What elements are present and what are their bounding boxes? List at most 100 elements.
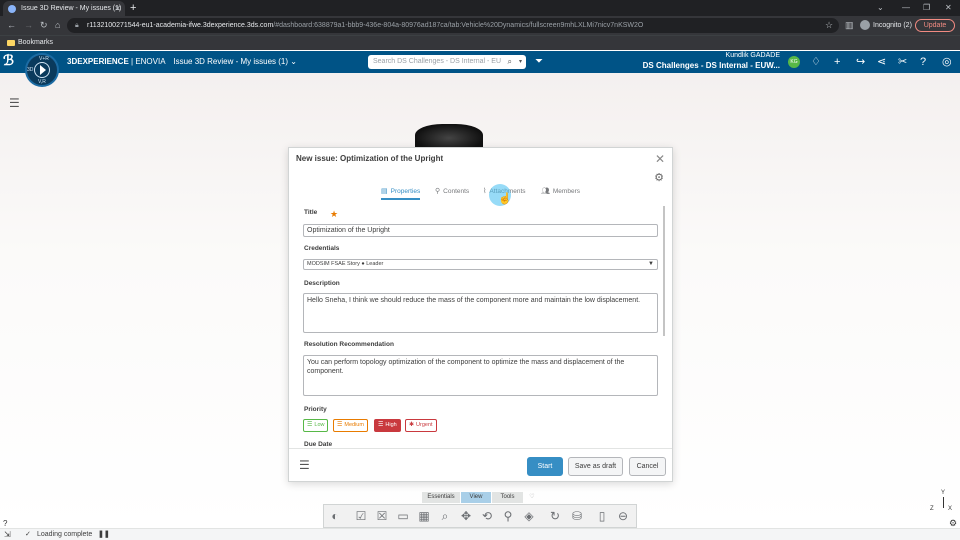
pan-icon[interactable]: ✥: [459, 509, 473, 523]
community-icon[interactable]: ⋖: [877, 51, 886, 73]
help-icon[interactable]: ?: [920, 51, 926, 73]
panel-icon[interactable]: ▯: [595, 509, 609, 523]
priority-low-button[interactable]: ☰ Low: [303, 419, 329, 432]
priority-high-label: High: [385, 422, 397, 428]
save-as-draft-button[interactable]: Save as draft: [568, 457, 623, 476]
compass-left-label: 3D: [27, 67, 34, 73]
browser-tab[interactable]: Issue 3D Review - My issues (1) ✕: [3, 1, 125, 16]
add-icon[interactable]: +: [834, 51, 840, 73]
check-icon[interactable]: ☑: [354, 509, 368, 523]
action-bar: ◐ ☑ ☒ ▭ ▦ ⌕ ✥ ⟲ ⚲ ◈ ↻ ⛁ ▯ ⊖: [323, 504, 637, 528]
priority-urgent-label: Urgent: [416, 422, 433, 428]
sectioning-icon[interactable]: ◐: [328, 509, 342, 523]
forward-icon[interactable]: →: [24, 16, 33, 35]
user-info[interactable]: Kundlik GADADE DS Challenges - DS Intern…: [640, 52, 780, 72]
status-text: Loading complete: [37, 531, 93, 538]
brand-name: 3DEXPERIENCE: [67, 57, 129, 66]
close-window-button[interactable]: ✕: [945, 0, 952, 16]
description-textarea[interactable]: Hello Sneha, I think we should reduce th…: [303, 293, 658, 333]
browser-tabstrip: Issue 3D Review - My issues (1) ✕ + ⌄ — …: [0, 0, 960, 16]
new-tab-button[interactable]: +: [130, 0, 136, 16]
bookmark-star-icon[interactable]: ☆: [825, 16, 833, 35]
priority-low-label: Low: [314, 422, 325, 428]
play-icon: [40, 65, 46, 75]
priority-high-button[interactable]: ☰ High: [374, 419, 401, 432]
rotate-icon[interactable]: ⟲: [480, 509, 494, 523]
incognito-indicator[interactable]: Incognito (2): [860, 18, 912, 33]
zoom-icon[interactable]: ⌕: [438, 509, 452, 523]
sidebar-toggle-icon[interactable]: ☰: [9, 96, 20, 110]
priority-medium-label: Medium: [344, 422, 364, 428]
tab-tools[interactable]: Tools: [492, 492, 523, 503]
update-button[interactable]: Update: [915, 19, 955, 32]
share-icon[interactable]: ↪: [856, 51, 865, 73]
search-icon[interactable]: ⌕: [508, 55, 512, 69]
pin-icon: ⚲: [435, 188, 441, 195]
title-input[interactable]: Optimization of the Upright: [303, 224, 658, 237]
gear-icon[interactable]: ⚙: [654, 171, 664, 184]
tools-icon[interactable]: ✂: [898, 51, 907, 73]
search-dropdown-icon[interactable]: ▾: [519, 55, 522, 69]
tab-view[interactable]: View: [461, 492, 491, 503]
priority-urgent-button[interactable]: ✱ Urgent: [405, 419, 437, 432]
tab-properties[interactable]: ▤ Properties: [381, 186, 421, 200]
layers-icon[interactable]: ⛁: [570, 509, 584, 523]
settings-gear-icon[interactable]: ⚙: [949, 518, 957, 529]
home-icon[interactable]: ⌂: [55, 16, 60, 35]
brand-app: | ENOVIA: [128, 57, 166, 66]
resolution-textarea[interactable]: You can perform topology optimization of…: [303, 355, 658, 396]
priority-urgent-icon: ✱: [409, 422, 415, 428]
pause-icon[interactable]: ❚❚: [98, 529, 110, 540]
collapse-heart-icon[interactable]: ♡: [526, 492, 538, 503]
search-input[interactable]: Search DS Challenges - DS Internal - EU …: [368, 55, 526, 69]
paperclip-icon: ⌇: [483, 188, 487, 195]
tenant-name: DS Challenges - DS Internal - EUW...: [642, 61, 780, 70]
cancel-button[interactable]: Cancel: [629, 457, 666, 476]
dashboard-title[interactable]: Issue 3D Review - My issues (1) ⌄: [173, 57, 297, 66]
back-icon[interactable]: ←: [7, 16, 16, 35]
compass-icon[interactable]: V+R 3D V,R: [25, 53, 59, 87]
priority-label: Priority: [304, 406, 327, 413]
credentials-select[interactable]: MODSIM FSAE Story ● Leader ▼: [303, 259, 658, 270]
dialog-scrollbar[interactable]: [663, 206, 665, 336]
tab-contents[interactable]: ⚲ Contents: [435, 186, 469, 200]
close-tab-icon[interactable]: ✕: [114, 1, 121, 16]
address-bar[interactable]: 🔒︎ r1132100271544-eu1-academia-ifwe.3dex…: [67, 18, 839, 33]
close-icon[interactable]: ✕: [655, 152, 665, 166]
layout-icon[interactable]: ⇲: [4, 529, 11, 540]
reload-icon[interactable]: ↻: [40, 16, 48, 35]
credentials-value: MODSIM FSAE Story ● Leader: [307, 261, 384, 267]
bookmarks-label[interactable]: Bookmarks: [18, 39, 53, 46]
bookmarks-bar: Bookmarks: [0, 35, 960, 50]
tab-search-icon[interactable]: ⌄: [877, 0, 884, 16]
compass-menu-icon[interactable]: ◎: [942, 51, 952, 73]
tab-essentials[interactable]: Essentials: [422, 492, 460, 503]
refresh-icon[interactable]: ↻: [548, 509, 562, 523]
uncheck-icon[interactable]: ☒: [375, 509, 389, 523]
user-avatar[interactable]: KG: [788, 56, 800, 68]
bookmarks-folder-icon: [7, 40, 15, 46]
side-panel-icon[interactable]: ▥: [845, 16, 854, 35]
magnify-icon[interactable]: ⚲: [501, 509, 515, 523]
tab-members[interactable]: 👥︎ Members: [541, 186, 580, 200]
help-icon[interactable]: ?: [3, 519, 7, 528]
platform-topbar: ℬ 3DEXPERIENCE | ENOVIA Issue 3D Review …: [0, 51, 960, 73]
status-bar: ⇲ ✓ Loading complete ❚❚: [0, 528, 960, 540]
resolution-label: Resolution Recommendation: [304, 341, 394, 348]
view-orientation-icon[interactable]: ◈: [522, 509, 536, 523]
minimize-button[interactable]: —: [902, 0, 910, 16]
start-button[interactable]: Start: [527, 457, 563, 476]
menu-icon[interactable]: ☰: [299, 458, 310, 472]
maximize-button[interactable]: ❐: [923, 0, 930, 16]
tag-icon[interactable]: ⏷: [535, 51, 543, 73]
browser-toolbar: ← → ↻ ⌂ 🔒︎ r1132100271544-eu1-academia-i…: [0, 16, 960, 35]
3ds-logo-icon[interactable]: ℬ: [3, 53, 14, 69]
hide-icon[interactable]: ⊖: [616, 509, 630, 523]
cube-icon[interactable]: ▦: [417, 509, 431, 523]
browser-tab-title: Issue 3D Review - My issues (1): [21, 5, 122, 12]
notifications-icon[interactable]: ♢: [811, 51, 821, 73]
frame-icon[interactable]: ▭: [396, 509, 410, 523]
due-date-label: Due Date: [304, 441, 333, 448]
priority-medium-button[interactable]: ☰ Medium: [333, 419, 368, 432]
dialog-tabs: ▤Properties ⚲Contents ⌇Attachments 👥︎Mem…: [289, 186, 674, 200]
